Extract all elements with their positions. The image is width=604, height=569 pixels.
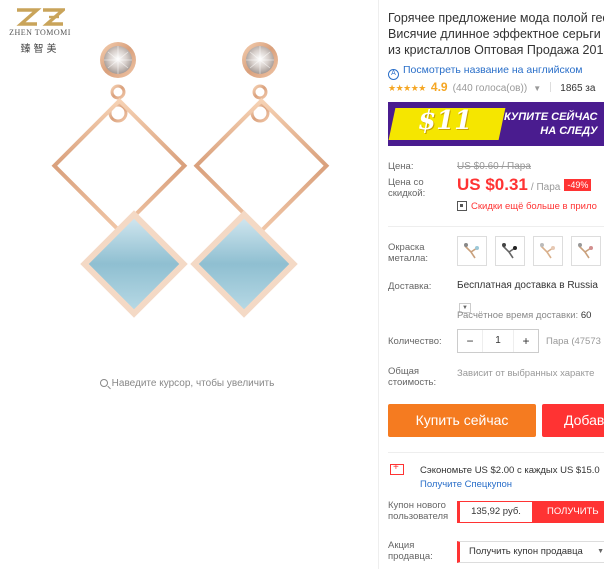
swatch-3[interactable] (533, 236, 563, 266)
quantity-input[interactable]: 1 (482, 330, 514, 352)
quantity-available: Пара (47573 (546, 336, 601, 347)
total-label-line: Общая (388, 366, 420, 377)
buy-now-button[interactable]: Купить сейчас (388, 404, 536, 437)
seller-promo-label-line: продавца: (388, 551, 433, 562)
rating-stars: ★★★★★ (388, 83, 426, 93)
app-discount-text: Скидки ещё больше в прило (471, 201, 597, 212)
product-gallery: ZHEN TOMOMI 臻智美 Наведите курсор, чтобы у… (0, 0, 374, 400)
product-image[interactable] (30, 40, 350, 360)
product-title-line: из кристаллов Оптовая Продажа 2018 (388, 43, 604, 57)
orders-count: 1865 за (560, 83, 596, 94)
product-title: Горячее предложение мода полой гео Висяч… (388, 10, 604, 58)
rating-separator (550, 82, 552, 92)
chevron-down-icon: ▼ (597, 548, 604, 555)
coupon-icon (390, 462, 404, 475)
shipping-text: Бесплатная доставка в Russia (457, 280, 598, 291)
coupon-amount: 135,92 руб. (457, 501, 533, 523)
add-to-cart-button[interactable]: Добав (542, 404, 604, 437)
new-user-coupon-label: Купон нового пользователя (388, 500, 448, 522)
brand-logo-mark (16, 8, 65, 26)
color-label-line: металла: (388, 253, 429, 264)
quantity-stepper: − 1 + (457, 329, 539, 353)
translate-link[interactable]: A Посмотреть название на английском (388, 64, 583, 80)
rating-row: ★★★★★ 4.9 (440 голоса(ов)) ▼ 1865 за (388, 80, 595, 94)
product-details: Горячее предложение мода полой гео Висяч… (382, 0, 604, 569)
total-label-line: стоимость: (388, 377, 437, 388)
app-discount-link[interactable]: Скидки ещё больше в прило (457, 201, 597, 212)
old-price: US $0.60 / Пара (457, 161, 531, 172)
price-value: US $0.31 (457, 175, 528, 194)
rating-votes[interactable]: (440 голоса(ов)) (453, 83, 528, 94)
swatch-2[interactable] (495, 236, 525, 266)
special-coupon-link[interactable]: Получите Спецкупон (420, 479, 512, 490)
price-unit: / Пара (530, 182, 561, 193)
magnifier-icon (99, 379, 108, 387)
divider (388, 226, 604, 227)
divider (378, 0, 379, 569)
seller-coupon-select-text: Получить купон продавца (469, 546, 583, 557)
seller-coupon-select[interactable]: Получить купон продавца ▼ (457, 541, 604, 563)
earring-right (190, 42, 330, 318)
color-label-line: Окраска (388, 242, 425, 253)
promo-text: КУПИТЕ СЕЙЧАС НА СЛЕДУ (504, 110, 597, 138)
shipping-time-value: 60 (580, 310, 592, 321)
quantity-label: Количество: (388, 336, 442, 347)
earring-thumbnail-icon (578, 243, 593, 259)
quantity-plus-button[interactable]: + (514, 330, 538, 352)
zoom-hint: Наведите курсор, чтобы увеличить (0, 378, 374, 389)
color-swatches (457, 236, 601, 266)
zoom-hint-text: Наведите курсор, чтобы увеличить (111, 378, 275, 389)
divider (388, 452, 604, 453)
shipping-time-label: Расчётное время доставки: (457, 310, 579, 321)
brand-name: ZHEN TOMOMI (9, 28, 71, 37)
promo-banner[interactable]: $11 КУПИТЕ СЕЙЧАС НА СЛЕДУ (388, 102, 604, 146)
get-coupon-button[interactable]: ПОЛУЧИТЬ (533, 501, 604, 523)
shipping-value[interactable]: Бесплатная доставка в Russia (457, 280, 598, 291)
discount-price-label-line: Цена со (388, 177, 424, 188)
rating-value: 4.9 (430, 80, 448, 94)
total-value: Зависит от выбранных характе (457, 368, 595, 379)
shipping-time: Расчётное время доставки: 60 (457, 310, 591, 321)
product-page: ZHEN TOMOMI 臻智美 Наведите курсор, чтобы у… (0, 0, 604, 569)
seller-promo-label: Акция продавца: (388, 540, 433, 562)
total-label: Общая стоимость: (388, 366, 436, 388)
current-price: US $0.31/ Пара -49% (457, 175, 592, 195)
qr-code-icon (457, 201, 467, 211)
savings-text: Сэкономьте US $2.00 с каждых US $15.0 (420, 465, 600, 476)
swatch-4[interactable] (571, 236, 601, 266)
new-user-coupon-label-line: пользователя (388, 511, 449, 522)
earring-left (51, 42, 188, 318)
earring-thumbnail-icon (464, 243, 479, 259)
swatch-1[interactable] (457, 236, 487, 266)
promo-line-1: КУПИТЕ СЕЙЧАС (504, 111, 598, 123)
color-label: Окраска металла: (388, 242, 428, 264)
discount-price-label: Цена со скидкой: (388, 177, 425, 199)
product-title-line: Висячие длинное эффектное серьги д (388, 27, 604, 41)
earring-thumbnail-icon (540, 243, 555, 259)
chevron-down-icon[interactable]: ▼ (533, 84, 541, 93)
earring-thumbnail-icon (502, 243, 517, 259)
price-label: Цена: (388, 161, 414, 172)
promo-line-2: НА СЛЕДУ (540, 125, 598, 137)
product-title-line: Горячее предложение мода полой гео (388, 11, 604, 25)
quantity-minus-button[interactable]: − (458, 330, 482, 352)
new-user-coupon-label-line: Купон нового (388, 500, 446, 511)
promo-amount: $11 (418, 106, 473, 136)
seller-promo-label-line: Акция (388, 540, 415, 551)
shipping-label: Доставка: (388, 281, 432, 292)
translate-icon: A (388, 69, 399, 80)
discount-price-label-line: скидкой: (388, 188, 426, 199)
discount-badge: -49% (564, 179, 592, 191)
translate-link-text: Посмотреть название на английском (403, 64, 583, 76)
